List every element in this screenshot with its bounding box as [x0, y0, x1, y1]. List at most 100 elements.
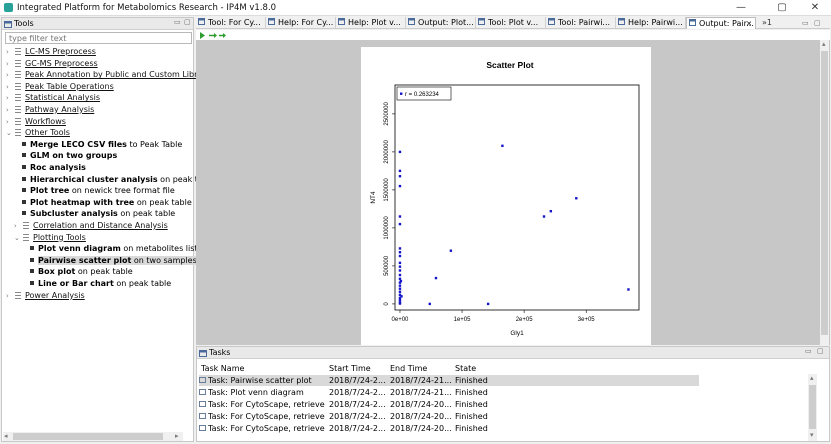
scatter-point — [398, 175, 402, 178]
scatter-point — [398, 150, 402, 154]
editor-tab-label: Help: Plot v... — [348, 18, 401, 27]
tree-tool-item[interactable]: Pairwise scatter plot on two samples — [30, 255, 197, 267]
expand-right-icon[interactable]: › — [6, 117, 14, 128]
close-button[interactable]: ✕ — [802, 1, 828, 15]
tool-bullet-icon — [30, 281, 34, 285]
tree-tool-item[interactable]: Line or Bar chart on peak table — [30, 278, 171, 290]
tree-tool-item[interactable]: Box plot on peak table — [30, 266, 133, 278]
scatter-point — [449, 249, 453, 252]
tree-tool-item[interactable]: Merge LECO CSV files to Peak Table — [22, 139, 182, 151]
task-row[interactable]: Task: Plot venn diagram 2018/7/24-2... 201… — [199, 387, 699, 398]
column-header-start-time[interactable]: Start Time — [329, 364, 371, 373]
tool-description: on two samples — [131, 255, 197, 265]
tree-tool-item[interactable]: Roc analysis — [22, 162, 86, 174]
scatter-point — [398, 273, 402, 277]
maximize-editor-icon[interactable]: ▢ — [814, 17, 821, 29]
editor-tab[interactable]: Help: Pairwi... — [616, 17, 686, 29]
tool-bullet-icon — [22, 199, 26, 204]
tree-category[interactable]: › Pathway Analysis — [6, 104, 94, 116]
tool-label-wrapper: Line or Bar chart on peak table — [38, 279, 171, 288]
tool-icon — [548, 18, 555, 25]
editor-tab[interactable]: Tool: Plot v... — [476, 17, 546, 29]
expand-right-icon[interactable]: › — [6, 291, 14, 302]
task-end-cell: 2018/7/24-20... — [390, 412, 452, 421]
minimize-view-icon[interactable]: ▭ — [805, 347, 812, 355]
expand-right-icon[interactable]: › — [14, 221, 22, 232]
scroll-up-icon[interactable]: ▴ — [822, 40, 826, 48]
tool-label-wrapper: Subcluster analysis on peak table — [30, 209, 175, 218]
tree-tool-item[interactable]: Hierarchical cluster analysis on peak ta… — [22, 174, 215, 186]
tree-category-label: Pathway Analysis — [25, 105, 95, 114]
legend-text: r = 0.263234 — [405, 92, 440, 98]
editor-tab[interactable]: Output: Pair... ✕ — [686, 17, 756, 29]
tool-label-wrapper: Plot tree on newick tree format file — [30, 186, 175, 195]
tools-horizontal-scroll-thumb[interactable] — [13, 433, 163, 440]
tools-filter-input[interactable] — [5, 32, 192, 44]
plot-frame — [394, 84, 640, 311]
tree-category[interactable]: › Statistical Analysis — [6, 92, 100, 104]
maximize-view-icon[interactable]: ▢ — [184, 18, 191, 26]
minimize-editor-icon[interactable]: ▭ — [802, 17, 809, 29]
tree-category-label: Plotting Tools — [33, 232, 86, 242]
minimize-view-icon[interactable]: ▭ — [174, 18, 181, 26]
tool-bullet-icon — [30, 269, 34, 274]
editor-tab-label: Help: For Cy... — [278, 18, 334, 27]
tasks-vertical-scrollbar[interactable]: ▴ ▾ — [808, 374, 817, 441]
tasks-vertical-scroll-thumb[interactable] — [809, 385, 816, 429]
tree-category[interactable]: › Peak Table Operations — [6, 81, 114, 93]
expand-down-icon[interactable]: ⌄ — [14, 233, 22, 244]
tree-tool-item[interactable]: Plot venn diagram on metabolites lists — [30, 243, 202, 255]
tree-tool-item[interactable]: Plot tree on newick tree format file — [22, 185, 175, 197]
tree-category[interactable]: › GC-MS Preprocess — [6, 58, 98, 70]
tree-tool-item[interactable]: Subcluster analysis on peak table — [22, 208, 175, 220]
scroll-down-icon[interactable]: ▾ — [810, 431, 814, 439]
editor-toolbar — [196, 30, 830, 40]
scroll-right-icon[interactable]: ▸ — [175, 432, 179, 440]
task-row[interactable]: Task: For CytoScape, retrieve p... 2018/7… — [199, 423, 699, 434]
tree-category[interactable]: › Workflows — [6, 116, 66, 128]
close-tab-icon[interactable]: ✕ — [746, 18, 752, 29]
editor-vertical-scroll-thumb[interactable] — [821, 51, 828, 335]
column-header-end-time[interactable]: End Time — [390, 364, 427, 373]
editor-tab[interactable]: Help: For Cy... — [266, 17, 336, 29]
tree-category[interactable]: ⌄ Plotting Tools — [14, 232, 86, 244]
expand-down-icon[interactable]: ⌄ — [6, 128, 14, 139]
scroll-up-icon[interactable]: ▴ — [810, 374, 814, 382]
expand-right-icon[interactable]: › — [6, 47, 14, 58]
expand-right-icon[interactable]: › — [6, 105, 14, 116]
tree-category[interactable]: › Power Analysis — [6, 290, 85, 302]
tree-category[interactable]: › LC-MS Preprocess — [6, 46, 96, 58]
task-start-cell: 2018/7/24-2... — [329, 400, 386, 409]
task-row[interactable]: Task: For CytoScape, retrieve p... 2018/7… — [199, 411, 699, 422]
editor-vertical-scrollbar[interactable]: ▴ — [820, 40, 829, 345]
minimize-button[interactable]: — — [728, 1, 754, 15]
expand-right-icon[interactable]: › — [6, 59, 14, 70]
expand-right-icon[interactable]: › — [6, 70, 14, 81]
expand-right-icon[interactable]: › — [6, 82, 14, 93]
column-header-state[interactable]: State — [455, 364, 476, 373]
tree-category[interactable]: › Peak Annotation by Public and Custom Li… — [6, 69, 208, 81]
column-header-task-name[interactable]: Task Name — [201, 364, 244, 373]
tree-tool-item[interactable]: GLM on two groups — [22, 150, 117, 162]
task-row[interactable]: Task: For CytoScape, retrieve p... 2018/7… — [199, 399, 699, 410]
editor-tab[interactable]: Tool: Pairwi... — [546, 17, 616, 29]
editor-tab[interactable]: Output: Plot... — [406, 17, 476, 29]
tree-tool-item[interactable]: Plot heatmap with tree on peak table — [22, 197, 192, 209]
editor-tab[interactable]: Tool: For Cy... — [196, 17, 266, 29]
tool-name: Plot heatmap with tree — [30, 197, 135, 207]
maximize-view-icon[interactable]: ▢ — [817, 347, 824, 355]
scatter-point — [398, 269, 402, 272]
toolbar-run-icons[interactable] — [200, 32, 226, 39]
editor-tab[interactable]: Help: Plot v... — [336, 17, 406, 29]
scroll-left-icon[interactable]: ◂ — [4, 432, 8, 440]
tool-name: Subcluster analysis — [30, 209, 118, 219]
task-icon — [199, 389, 206, 395]
tree-category[interactable]: ⌄ Other Tools — [6, 127, 70, 139]
maximize-button[interactable]: ▢ — [769, 1, 795, 15]
expand-right-icon[interactable]: › — [6, 93, 14, 104]
tree-category[interactable]: › Correlation and Distance Analysis — [14, 220, 168, 232]
tools-horizontal-scrollbar[interactable]: ◂ ▸ — [3, 432, 183, 441]
task-row[interactable]: Task: Pairwise scatter plot 2018/7/24-2..… — [199, 375, 699, 386]
tree-category-label: Workflows — [25, 116, 66, 126]
tab-overflow-button[interactable]: »1 — [762, 17, 772, 29]
